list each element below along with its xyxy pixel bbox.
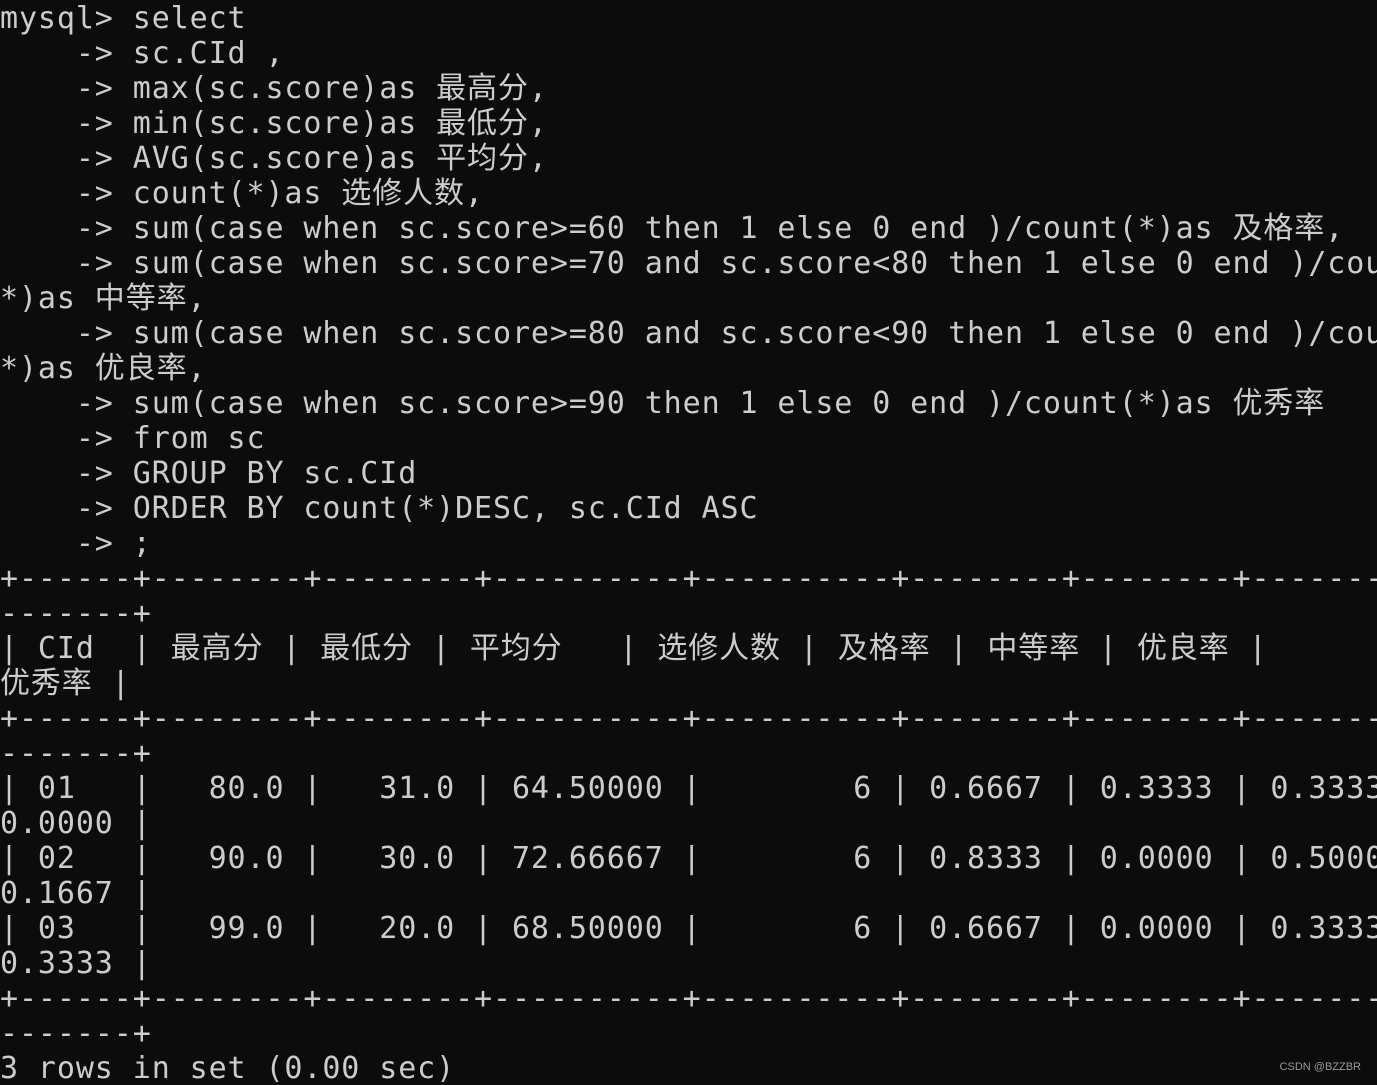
query-line: -> sum(case when sc.score>=80 and sc.sco… — [0, 316, 1377, 351]
prompt-line: mysql> select — [0, 1, 247, 36]
table-border: -------+ — [0, 1016, 152, 1051]
query-line: -> sum(case when sc.score>=90 then 1 els… — [0, 386, 1326, 421]
query-line: -> ORDER BY count(*)DESC, sc.CId ASC — [0, 491, 759, 526]
table-row: | 03 | 99.0 | 20.0 | 68.50000 | 6 | 0.66… — [0, 911, 1377, 946]
table-row: 0.3333 | — [0, 946, 152, 981]
table-border: -------+ — [0, 596, 152, 631]
table-border: +------+--------+--------+----------+---… — [0, 981, 1377, 1016]
query-line: -> sum(case when sc.score>=70 and sc.sco… — [0, 246, 1377, 281]
query-line: -> min(sc.score)as 最低分, — [0, 106, 548, 141]
table-border: -------+ — [0, 736, 152, 771]
watermark-label: CSDN @BZZBR — [1279, 1061, 1361, 1073]
query-line: -> GROUP BY sc.CId — [0, 456, 418, 491]
table-header-row: 优秀率 | — [0, 666, 131, 701]
query-line: -> sc.CId , — [0, 36, 285, 71]
query-line: -> AVG(sc.score)as 平均分, — [0, 141, 548, 176]
query-line: -> max(sc.score)as 最高分, — [0, 71, 548, 106]
query-line: *)as 优良率, — [0, 351, 207, 386]
query-line: -> sum(case when sc.score>=60 then 1 els… — [0, 211, 1345, 246]
table-row: | 02 | 90.0 | 30.0 | 72.66667 | 6 | 0.83… — [0, 841, 1377, 876]
query-line: -> count(*)as 选修人数, — [0, 176, 484, 211]
terminal-window[interactable]: mysql> select -> sc.CId , -> max(sc.scor… — [0, 0, 1377, 1085]
query-line: -> ; — [0, 526, 152, 561]
query-line: *)as 中等率, — [0, 281, 207, 316]
table-border: +------+--------+--------+----------+---… — [0, 701, 1377, 736]
table-border: +------+--------+--------+----------+---… — [0, 561, 1377, 596]
table-row: 0.0000 | — [0, 806, 152, 841]
result-summary: 3 rows in set (0.00 sec) — [0, 1051, 456, 1085]
query-line: -> from sc — [0, 421, 266, 456]
table-header-row: | CId | 最高分 | 最低分 | 平均分 | 选修人数 | 及格率 | 中… — [0, 631, 1268, 666]
table-row: | 01 | 80.0 | 31.0 | 64.50000 | 6 | 0.66… — [0, 771, 1377, 806]
table-row: 0.1667 | — [0, 876, 152, 911]
